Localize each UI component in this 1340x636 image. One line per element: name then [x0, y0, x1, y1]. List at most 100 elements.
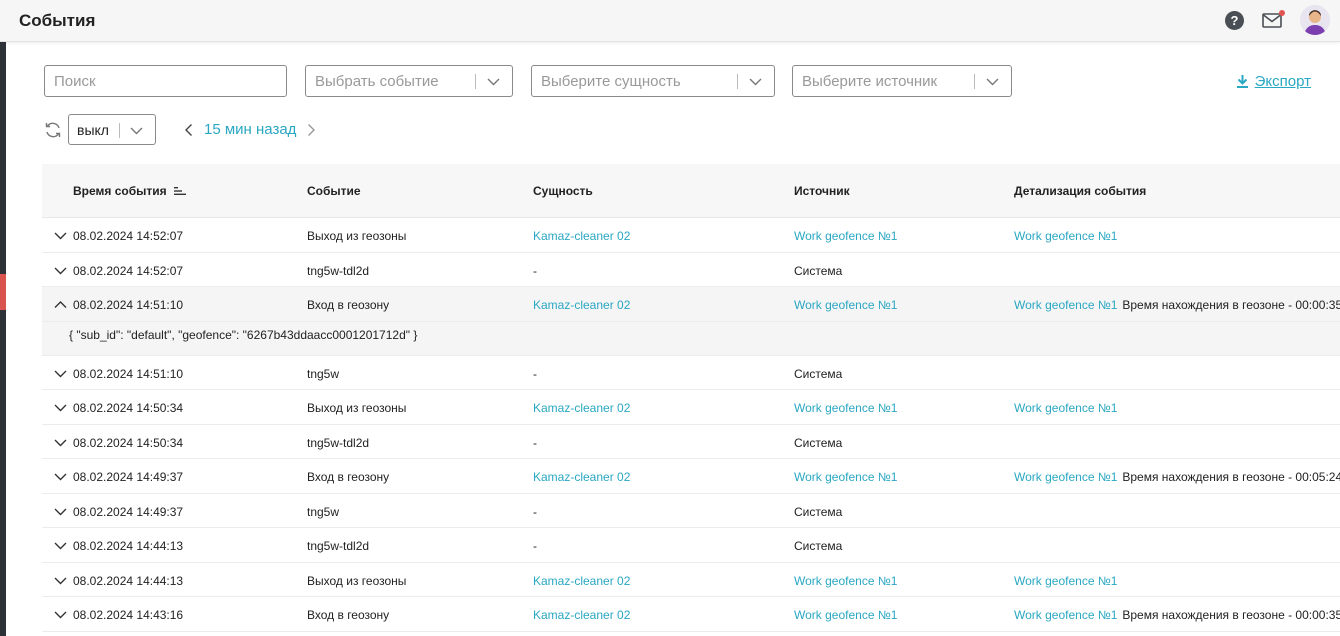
column-header-time-label: Время события: [73, 184, 167, 198]
export-link[interactable]: Экспорт: [1236, 73, 1311, 90]
cell-entity[interactable]: Kamaz-cleaner 02: [533, 401, 630, 415]
table-row[interactable]: 08.02.2024 14:52:07 Выход из геозоны Kamaz…: [42, 218, 1340, 253]
cell-event: tng5w: [307, 366, 340, 381]
cell-entity[interactable]: Kamaz-cleaner 02: [533, 470, 630, 484]
refresh-toolbar: выкл 15 мин назад: [44, 114, 444, 146]
avatar[interactable]: [1300, 5, 1330, 35]
header-icons: ?: [1225, 5, 1330, 35]
detail-link[interactable]: Work geofence №1: [1014, 401, 1117, 415]
table-row[interactable]: 08.02.2024 14:44:13 Выход из геозоны Kamaz…: [42, 563, 1340, 597]
cell-time: 08.02.2024 14:52:07: [73, 229, 184, 243]
cell-detail: [1014, 539, 1019, 553]
left-rail: [0, 42, 6, 636]
entity-select[interactable]: Выберите сущность: [531, 65, 775, 97]
refresh-interval-select[interactable]: выкл: [68, 114, 156, 145]
cell-time: 08.02.2024 14:51:10: [73, 366, 184, 381]
chevron-down-icon[interactable]: [54, 505, 67, 518]
table-row[interactable]: 08.02.2024 14:49:37 Вход в геозону Kamaz-c…: [42, 459, 1340, 494]
cell-time: 08.02.2024 14:50:34: [73, 401, 184, 415]
chevron-left-icon[interactable]: [184, 123, 194, 137]
expanded-detail-json: { "sub_id": "default", "geofence": "6267…: [69, 327, 418, 342]
chevron-up-icon[interactable]: [54, 298, 67, 311]
filter-bar: Поиск Выбрать событие Выберите сущность …: [44, 65, 1334, 97]
cell-source[interactable]: Work geofence №1: [794, 574, 897, 588]
table-row[interactable]: 08.02.2024 14:50:34 tng5w-tdl2d - Система: [42, 425, 1340, 459]
column-header-entity[interactable]: Сущность: [533, 184, 593, 198]
cell-time: 08.02.2024 14:49:37: [73, 504, 184, 519]
cell-source[interactable]: Work geofence №1: [794, 401, 897, 415]
search-placeholder: Поиск: [54, 72, 96, 90]
cell-time: 08.02.2024 14:52:07: [73, 263, 184, 278]
cell-entity[interactable]: Kamaz-cleaner 02: [533, 608, 630, 622]
page-title: События: [19, 11, 96, 30]
chevron-down-icon[interactable]: [54, 401, 67, 414]
detail-text: Время нахождения в геозоне - 00:05:24: [1122, 470, 1340, 484]
table-row[interactable]: 08.02.2024 14:49:37 tng5w - Система: [42, 494, 1340, 528]
download-icon: [1236, 75, 1248, 88]
chevron-down-icon[interactable]: [54, 229, 67, 242]
cell-source: Система: [794, 263, 843, 278]
column-header-detail[interactable]: Детализация события: [1014, 184, 1146, 198]
source-select[interactable]: Выберите источник: [792, 65, 1012, 97]
chevron-down-icon[interactable]: [54, 574, 67, 587]
cell-source: Система: [794, 504, 843, 519]
table-row[interactable]: 08.02.2024 14:51:10 Вход в геозону Kamaz-c…: [42, 287, 1340, 322]
export-label: Экспорт: [1254, 73, 1311, 90]
chevron-down-icon[interactable]: [54, 608, 67, 621]
cell-detail: [1014, 505, 1019, 519]
cell-event: tng5w-tdl2d: [307, 539, 370, 553]
cell-source[interactable]: Work geofence №1: [794, 229, 897, 243]
cell-entity[interactable]: Kamaz-cleaner 02: [533, 229, 630, 243]
cell-entity[interactable]: Kamaz-cleaner 02: [533, 574, 630, 588]
table-row[interactable]: 08.02.2024 14:43:16 Вход в геозону Kamaz-c…: [42, 597, 1340, 632]
chevron-down-icon[interactable]: [54, 470, 67, 483]
help-icon[interactable]: ?: [1225, 10, 1244, 30]
cell-time: 08.02.2024 14:44:13: [73, 573, 184, 588]
chevron-down-icon[interactable]: [54, 264, 67, 277]
detail-link[interactable]: Work geofence №1: [1014, 574, 1117, 588]
cell-event: Вход в геозону: [307, 470, 390, 484]
chevron-right-icon[interactable]: [306, 123, 316, 137]
table-row[interactable]: 08.02.2024 14:50:34 Выход из геозоны Kamaz…: [42, 390, 1340, 425]
cell-event: Вход в геозону: [307, 298, 390, 312]
table-row[interactable]: 08.02.2024 14:51:10 tng5w - Система: [42, 356, 1340, 390]
cell-event: tng5w-tdl2d: [307, 263, 370, 278]
time-range-label[interactable]: 15 мин назад: [204, 121, 296, 138]
chevron-down-icon[interactable]: [54, 367, 67, 380]
cell-event: Выход из геозоны: [307, 229, 407, 243]
cell-entity[interactable]: Kamaz-cleaner 02: [533, 298, 630, 312]
chevron-down-icon: [487, 78, 500, 86]
detail-link[interactable]: Work geofence №1: [1014, 229, 1117, 243]
event-select-placeholder: Выбрать событие: [315, 72, 439, 90]
cell-time: 08.02.2024 14:43:16: [73, 608, 184, 622]
cell-time: 08.02.2024 14:49:37: [73, 470, 184, 484]
detail-link[interactable]: Work geofence №1: [1014, 298, 1117, 312]
column-header-event[interactable]: Событие: [307, 184, 361, 198]
sort-icon[interactable]: [173, 186, 186, 196]
detail-text: Время нахождения в геозоне - 00:00:35: [1122, 298, 1340, 312]
cell-source[interactable]: Work geofence №1: [794, 298, 897, 312]
chevron-down-icon: [130, 127, 143, 135]
cell-detail: Work geofence №1 Время нахождения в геозо…: [1014, 298, 1340, 312]
cell-source[interactable]: Work geofence №1: [794, 470, 897, 484]
column-header-source[interactable]: Источник: [794, 184, 850, 198]
chevron-down-icon[interactable]: [54, 539, 67, 552]
table-row[interactable]: 08.02.2024 14:52:07 tng5w-tdl2d - Система: [42, 253, 1340, 287]
cell-time: 08.02.2024 14:50:34: [73, 435, 184, 450]
detail-link[interactable]: Work geofence №1: [1014, 608, 1117, 622]
mail-icon[interactable]: [1262, 9, 1285, 28]
detail-link[interactable]: Work geofence №1: [1014, 470, 1117, 484]
chevron-down-icon[interactable]: [54, 436, 67, 449]
top-bar: События ?: [0, 0, 1340, 42]
cell-source[interactable]: Work geofence №1: [794, 608, 897, 622]
table-row[interactable]: 08.02.2024 14:44:13 tng5w-tdl2d - Система: [42, 528, 1340, 563]
cell-entity: -: [533, 539, 537, 553]
chevron-down-icon: [749, 78, 762, 86]
search-input[interactable]: Поиск: [44, 65, 287, 97]
column-header-time[interactable]: Время события: [73, 184, 186, 198]
cell-entity: -: [533, 435, 537, 450]
event-select[interactable]: Выбрать событие: [305, 65, 513, 97]
cell-detail: [1014, 264, 1019, 278]
refresh-icon[interactable]: [44, 121, 62, 139]
expanded-detail-row: { "sub_id": "default", "geofence": "6267…: [42, 321, 1340, 356]
